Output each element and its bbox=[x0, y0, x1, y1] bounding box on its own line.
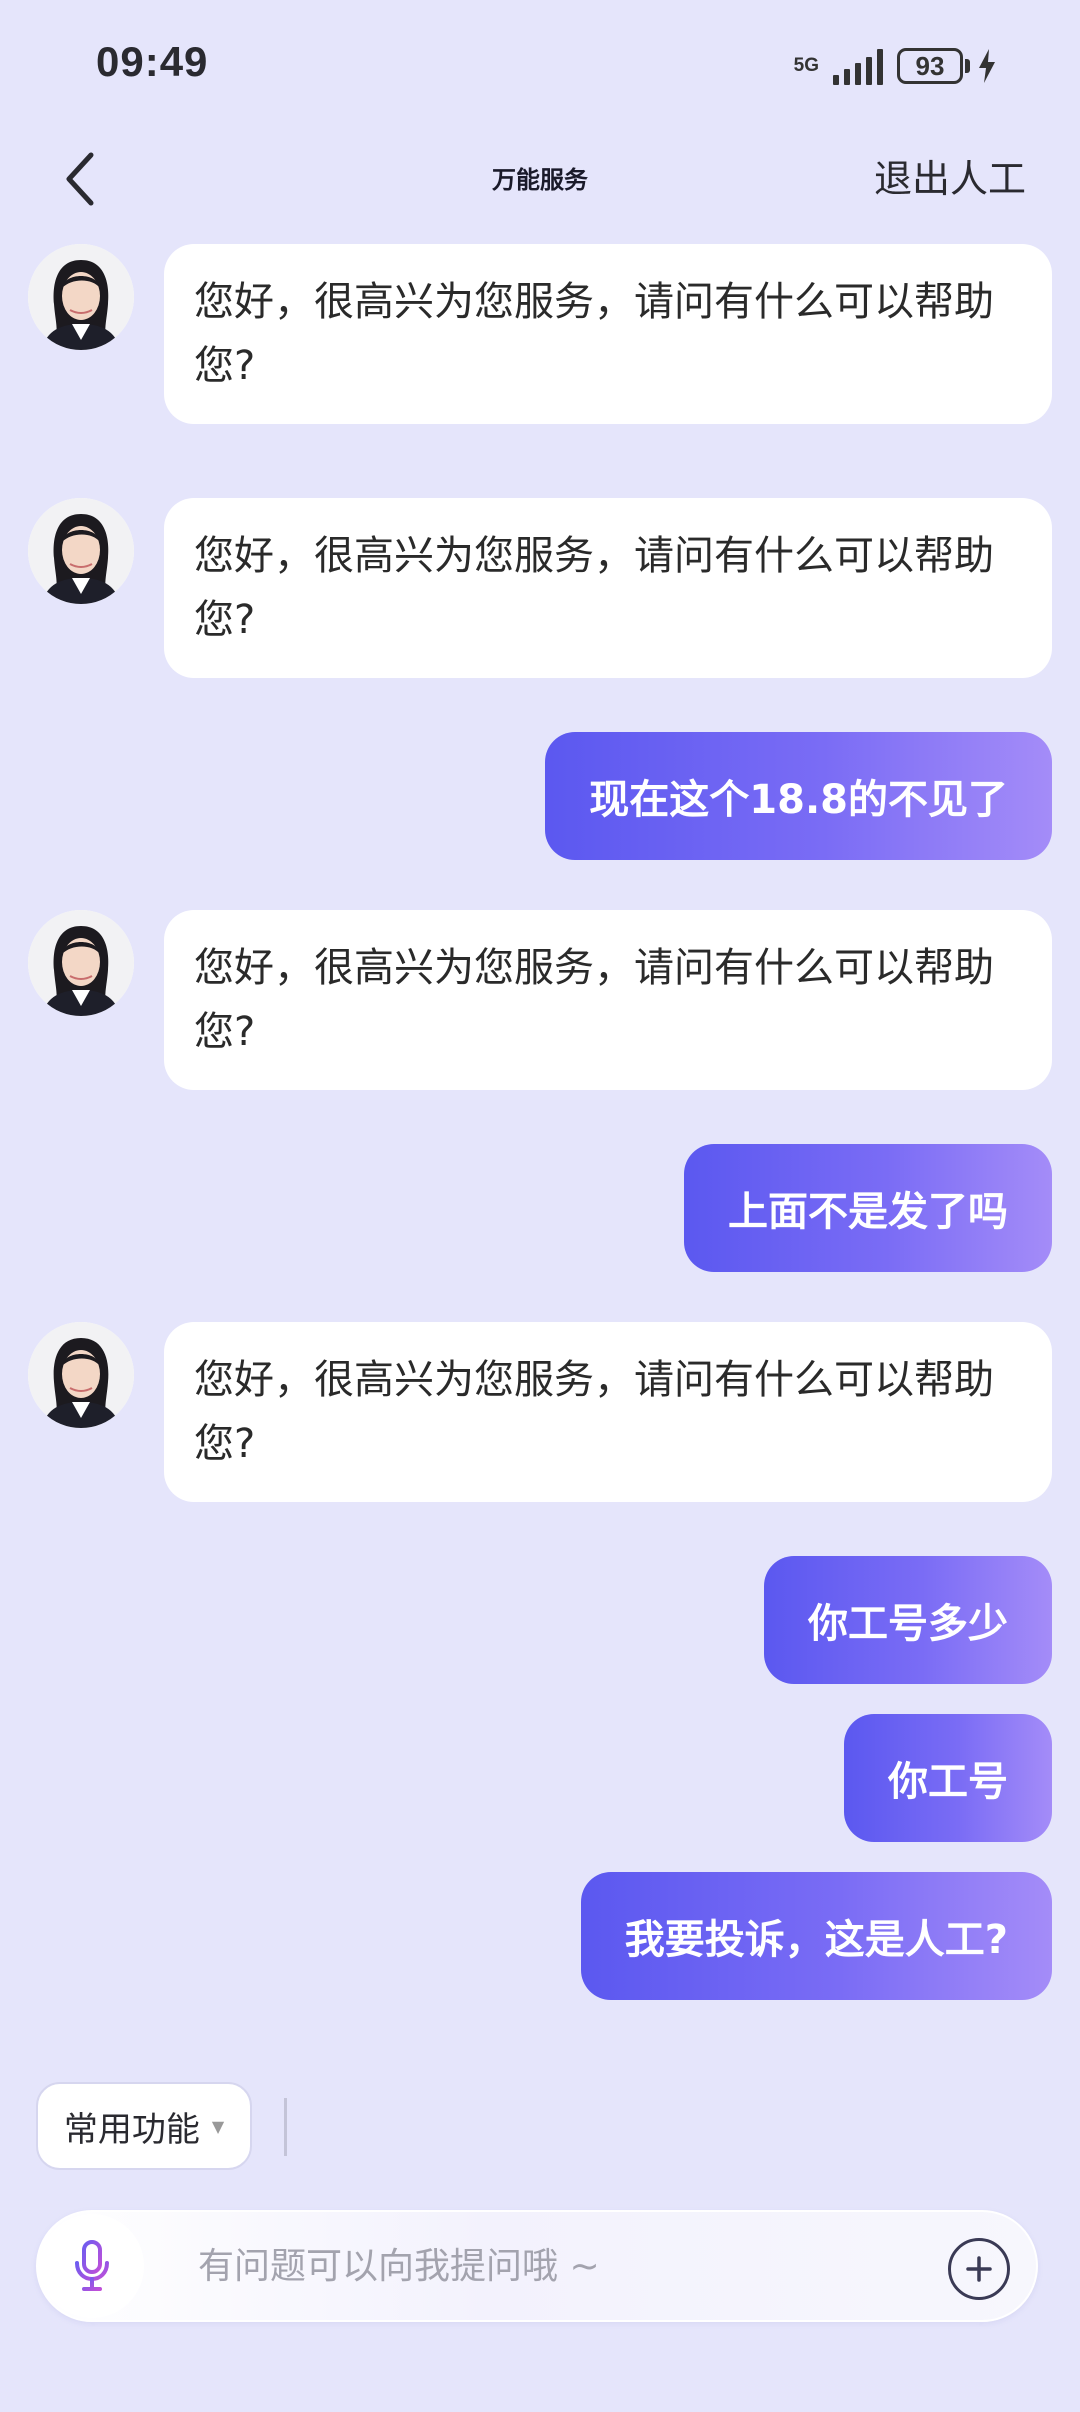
network-type-label: 5G bbox=[793, 55, 819, 76]
input-bar bbox=[36, 2210, 1038, 2322]
exit-human-service-button[interactable]: 退出人工 bbox=[874, 148, 1026, 203]
agent-message-bubble: 您好，很高兴为您服务，请问有什么可以帮助您? bbox=[164, 910, 1052, 1090]
charging-icon bbox=[979, 49, 995, 83]
agent-message-bubble: 您好，很高兴为您服务，请问有什么可以帮助您? bbox=[164, 498, 1052, 678]
agent-avatar bbox=[28, 244, 134, 350]
user-message-bubble: 你工号多少 bbox=[764, 1556, 1052, 1684]
status-indicators: 5G 93 bbox=[794, 44, 996, 88]
common-functions-button[interactable]: 常用功能 ▼ bbox=[36, 2082, 252, 2170]
agent-avatar bbox=[28, 1322, 134, 1428]
common-functions-label: 常用功能 bbox=[63, 2109, 200, 2150]
battery-icon: 93 bbox=[897, 48, 996, 84]
agent-avatar bbox=[28, 498, 134, 604]
plus-circle-icon bbox=[966, 2256, 992, 2282]
user-message-bubble: 上面不是发了吗 bbox=[684, 1144, 1052, 1272]
caret-down-icon: ▼ bbox=[211, 2116, 225, 2136]
user-message-bubble: 我要投诉，这是人工? bbox=[580, 1872, 1052, 2000]
chat-screen: 09:49 5G 93 万能服务 退出人工 您好，很高兴为您服务，请问有什么可以… bbox=[0, 0, 1080, 2412]
status-bar: 09:49 5G 93 bbox=[0, 0, 1080, 130]
agent-avatar bbox=[28, 910, 134, 1016]
battery-level: 93 bbox=[897, 48, 963, 84]
signal-strength-icon bbox=[833, 47, 883, 85]
agent-message-bubble: 您好，很高兴为您服务，请问有什么可以帮助您? bbox=[164, 244, 1052, 424]
user-message-bubble: 你工号 bbox=[844, 1714, 1052, 1842]
user-message-bubble: 现在这个18.8的不见了 bbox=[545, 732, 1052, 860]
header: 万能服务 退出人工 bbox=[0, 130, 1080, 230]
add-button[interactable] bbox=[948, 2238, 1010, 2300]
status-time: 09:49 bbox=[96, 38, 209, 85]
divider bbox=[284, 2098, 287, 2156]
agent-message-bubble: 您好，很高兴为您服务，请问有什么可以帮助您? bbox=[164, 1322, 1052, 1502]
microphone-icon bbox=[75, 2240, 109, 2291]
voice-input-button[interactable] bbox=[40, 2214, 144, 2318]
chat-input[interactable] bbox=[198, 2238, 758, 2294]
